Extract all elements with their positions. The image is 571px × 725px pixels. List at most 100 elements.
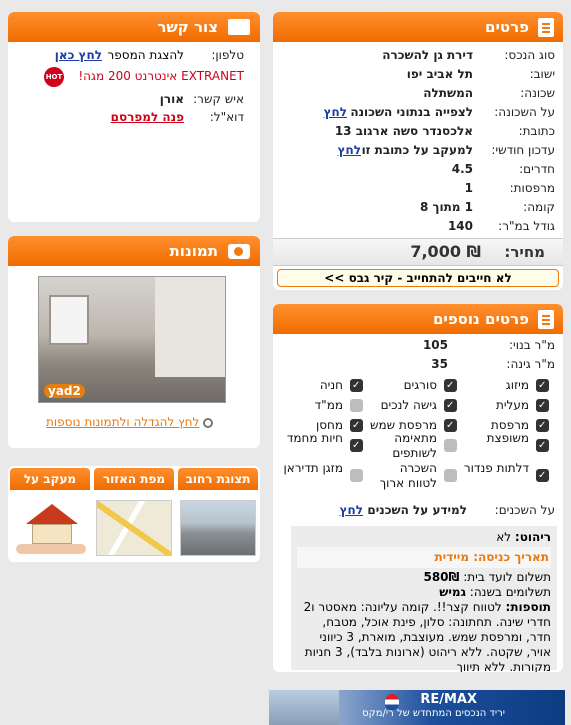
more-details-title: פרטים נוספים <box>432 310 529 328</box>
garden-value: 35 <box>431 357 448 371</box>
detail-label: על השכונה: <box>494 105 555 119</box>
person-value: אורן <box>159 92 184 106</box>
phone-row: טלפון: להצגת המספר לחץ כאן <box>8 46 260 65</box>
detail-row: שכונה: המשתלה <box>273 84 563 103</box>
contact-panel: צור קשר טלפון: להצגת המספר לחץ כאן EXTRA… <box>8 12 260 222</box>
extras-label: תוספות: <box>505 600 551 614</box>
detail-value: 1 <box>464 181 473 195</box>
built-row: מ"ר בנוי: 105 <box>273 336 563 355</box>
wall-banner[interactable]: לא חייבים להתחייב - קיר גבס >> <box>277 269 559 287</box>
yad2-watermark: yad2 <box>44 384 85 398</box>
remax-ad[interactable]: RE/MAX יריד הנכסים המתחדש של רי/מקס <box>269 690 565 725</box>
vaad-label: תשלום לועד בית: <box>463 570 551 584</box>
feature-label: מעלית <box>495 398 529 412</box>
feature-label: מתאימה לשותפים <box>392 431 437 460</box>
feature-label: ממ"ד <box>314 398 343 412</box>
checkbox-checked-icon <box>444 399 457 412</box>
remax-logo: RE/MAX <box>420 692 477 707</box>
checkbox-checked-icon <box>350 419 363 432</box>
furniture-label: ריהוט: <box>514 530 551 544</box>
main-photo[interactable]: yad2 <box>38 276 226 403</box>
detail-value: המשתלה <box>423 86 473 100</box>
detail-label: עדכון חודשי: <box>491 143 555 157</box>
detail-label: חדרים: <box>519 162 555 176</box>
document-icon <box>538 18 554 37</box>
built-value: 105 <box>422 338 448 352</box>
detail-row: חדרים: 4.5 <box>273 160 563 179</box>
payments-row: תשלומים בשנה: גמיש <box>297 585 551 600</box>
checkbox-unchecked-icon <box>444 469 457 482</box>
checkbox-checked-icon <box>536 439 549 452</box>
area-map-thumb[interactable] <box>96 500 172 556</box>
more-details-header: פרטים נוספים <box>273 304 563 334</box>
hot-logo: HOT <box>44 67 64 87</box>
document-icon <box>538 310 554 329</box>
feature-label: דלתות פנדור <box>463 461 529 475</box>
tab-property-tracking-label: מעקב על הנכס <box>23 472 77 486</box>
feature-label: מיזוג <box>505 378 529 392</box>
email-link[interactable]: פנה למפרסם <box>111 108 184 127</box>
detail-link[interactable]: לחץ <box>324 103 347 122</box>
detail-value: אלכסנדר סשה ארגוב 13 <box>334 124 473 138</box>
hand-shape <box>16 544 86 554</box>
detail-row: ישוב: תל אביב יפו <box>273 65 563 84</box>
enlarge-link[interactable]: לחץ להגדלה ולתמונות נוספות <box>46 415 199 429</box>
detail-row: עדכון חודשי: למעקב על כתובת זו לחץ <box>273 141 563 160</box>
furniture-row: ריהוט: לא <box>297 530 551 545</box>
checkbox-checked-icon <box>536 419 549 432</box>
camera-icon <box>228 244 250 259</box>
detail-value: תל אביב יפו <box>406 67 473 81</box>
price-value: 7,000 ₪ <box>410 242 481 261</box>
envelope-icon <box>228 19 250 35</box>
phone-label: טלפון: <box>211 48 244 62</box>
tab-property-tracking[interactable]: מעקב על הנכס <box>10 468 90 490</box>
detail-value: 140 <box>447 219 473 233</box>
tab-area-map[interactable]: מפת האזור <box>94 468 174 490</box>
payments-label: תשלומים בשנה: <box>469 585 551 599</box>
checkbox-unchecked-icon <box>444 439 457 452</box>
detail-label: סוג הנכס: <box>504 48 555 62</box>
wall-banner-text: לא חייבים להתחייב - קיר גבס >> <box>324 271 512 285</box>
feature-label: גישה לנכים <box>380 398 437 412</box>
detail-label: כתובת: <box>518 124 555 138</box>
details-title: פרטים <box>485 18 529 36</box>
photos-title: תמונות <box>169 242 218 260</box>
phone-link[interactable]: לחץ כאן <box>55 46 102 65</box>
detail-link[interactable]: לחץ <box>338 141 361 160</box>
street-view-thumb[interactable] <box>180 500 256 556</box>
garden-row: מ"ר גינה: 35 <box>273 355 563 374</box>
feature-label: סורגים <box>403 378 437 392</box>
detail-value: לצפייה בנתוני השכונה <box>350 105 473 119</box>
entry-value: מיידית <box>434 550 470 564</box>
tenants-text: למידע על השכנים <box>367 503 467 517</box>
checkbox-unchecked-icon <box>350 469 363 482</box>
tenants-label: על השכנים: <box>494 503 555 517</box>
detail-value: למעקב על כתובת זו <box>361 143 473 157</box>
detail-value: 1 מתוך 8 <box>419 200 473 214</box>
tabs-panel: תצוגת רחוב מפת האזור מעקב על הנכס <box>8 466 260 562</box>
feature-label: חניה <box>319 378 343 392</box>
tenants-row: על השכנים: למידע על השכנים לחץ <box>273 501 563 520</box>
feature-label: השכרה לטווח ארוך <box>379 461 437 490</box>
vaad-row: תשלום לועד בית: 580₪ <box>297 570 551 585</box>
photo-window <box>49 295 89 345</box>
checkbox-unchecked-icon <box>350 399 363 412</box>
feature-label: מזגן תדיראן <box>283 461 343 475</box>
info-block: ריהוט: לא תאריך כניסה: מיידית תשלום לועד… <box>291 526 557 672</box>
details-panel: פרטים סוג הנכס: דירת גן להשכרה ישוב: תל אבי… <box>273 12 563 290</box>
tab-street-view[interactable]: תצוגת רחוב <box>178 468 258 490</box>
enlarge-row[interactable]: לחץ להגדלה ולתמונות נוספות <box>46 414 214 430</box>
checkbox-checked-icon <box>444 379 457 392</box>
detail-row: מרפסות: 1 <box>273 179 563 198</box>
house-body <box>32 524 72 544</box>
house-roof <box>26 504 78 524</box>
payments-value: גמיש <box>439 585 466 599</box>
detail-row: קומה: 1 מתוך 8 <box>273 198 563 217</box>
tenants-link[interactable]: לחץ <box>340 501 363 520</box>
tab-area-map-label: מפת האזור <box>102 472 166 486</box>
detail-row: גודל במ"ר: 140 <box>273 217 563 236</box>
detail-row: סוג הנכס: דירת גן להשכרה <box>273 46 563 65</box>
extranet-text: EXTRANET אינטרנט 200 מגה! <box>78 69 244 83</box>
extranet-row[interactable]: EXTRANET אינטרנט 200 מגה! HOT <box>8 67 260 87</box>
house-in-hand-image[interactable] <box>12 500 88 556</box>
